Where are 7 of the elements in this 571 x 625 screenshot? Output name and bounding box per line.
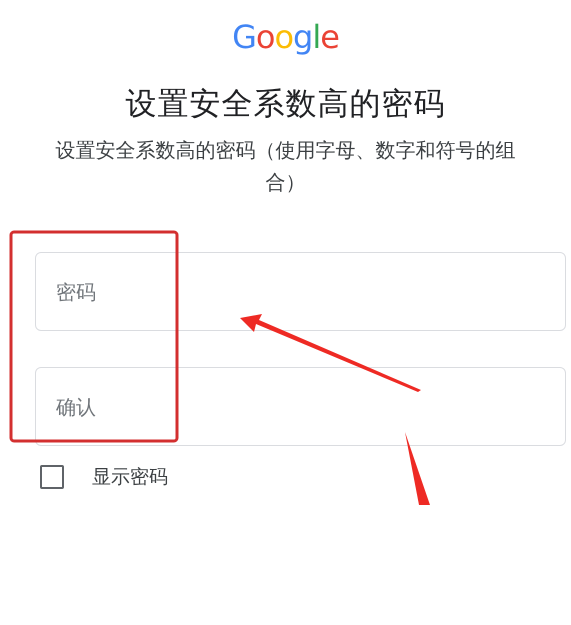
checkbox[interactable] bbox=[40, 465, 64, 489]
show-password-label[interactable]: 显示密码 bbox=[92, 464, 168, 490]
password-field[interactable]: 密码 bbox=[35, 252, 566, 331]
google-logo: Google bbox=[232, 18, 339, 56]
page-title: 设置安全系数高的密码 bbox=[126, 85, 446, 124]
subtitle: 设置安全系数高的密码（使用字母、数字和符号的组合） bbox=[54, 137, 516, 196]
confirm-field[interactable]: 确认 bbox=[35, 367, 566, 446]
